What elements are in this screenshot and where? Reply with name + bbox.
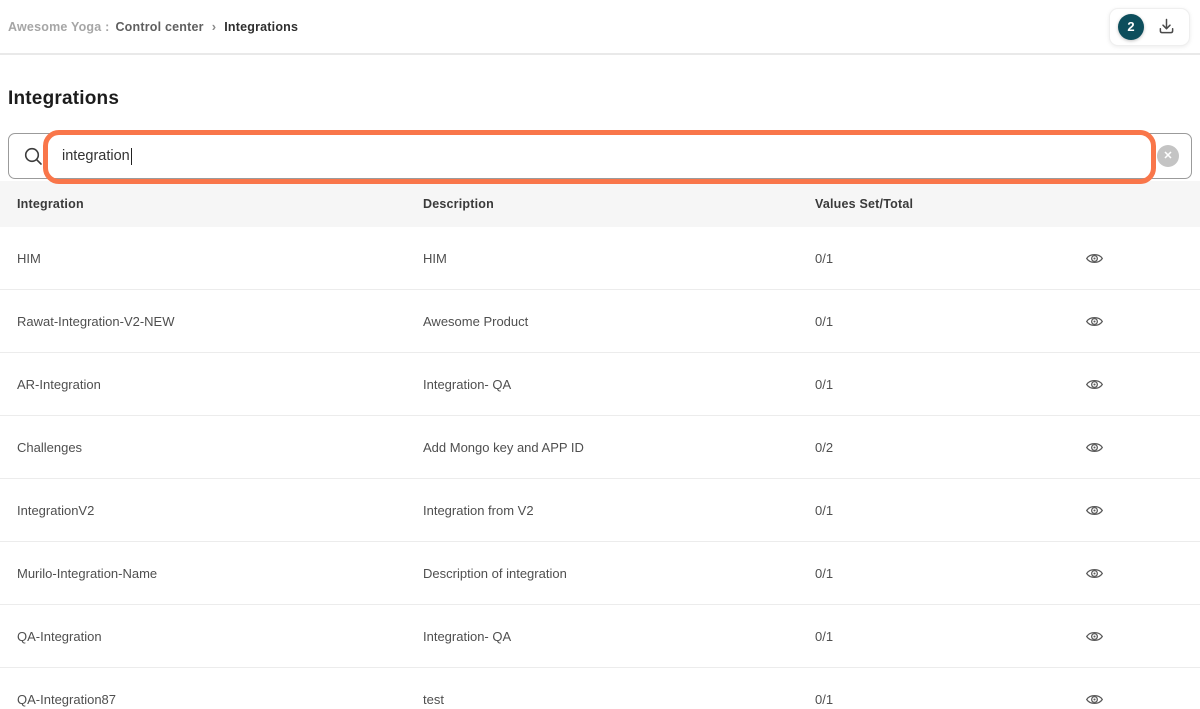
cell-actions bbox=[1040, 371, 1200, 398]
search-bar[interactable]: integration ✕ bbox=[8, 133, 1192, 179]
breadcrumb-app-name: Awesome Yoga : bbox=[8, 20, 109, 34]
eye-icon bbox=[1085, 501, 1104, 520]
cell-integration-name: IntegrationV2 bbox=[0, 503, 423, 518]
view-details-button[interactable] bbox=[1081, 371, 1108, 398]
top-bar: Awesome Yoga : Control center › Integrat… bbox=[0, 0, 1200, 55]
header-actions-card: 2 bbox=[1109, 8, 1190, 46]
notification-count-badge[interactable]: 2 bbox=[1118, 14, 1144, 40]
download-button[interactable] bbox=[1156, 16, 1177, 37]
table-header-row: Integration Description Values Set/Total bbox=[0, 181, 1200, 227]
view-details-button[interactable] bbox=[1081, 245, 1108, 272]
view-details-button[interactable] bbox=[1081, 623, 1108, 650]
column-header-values: Values Set/Total bbox=[815, 197, 1040, 211]
cell-values-set-total: 0/1 bbox=[815, 629, 1040, 644]
table-row: HIM HIM 0/1 bbox=[0, 227, 1200, 290]
eye-icon bbox=[1085, 375, 1104, 394]
cell-actions bbox=[1040, 560, 1200, 587]
cell-description: Integration from V2 bbox=[423, 503, 815, 518]
cell-values-set-total: 0/1 bbox=[815, 566, 1040, 581]
eye-icon bbox=[1085, 249, 1104, 268]
cell-description: HIM bbox=[423, 251, 815, 266]
table-row: Rawat-Integration-V2-NEW Awesome Product… bbox=[0, 290, 1200, 353]
page-title: Integrations bbox=[8, 85, 1192, 113]
cell-description: Add Mongo key and APP ID bbox=[423, 440, 815, 455]
chevron-right-icon: › bbox=[212, 19, 217, 34]
breadcrumb-control-center[interactable]: Control center bbox=[115, 20, 203, 34]
cell-integration-name: QA-Integration87 bbox=[0, 692, 423, 707]
cell-integration-name: Murilo-Integration-Name bbox=[0, 566, 423, 581]
download-icon bbox=[1156, 16, 1177, 37]
view-details-button[interactable] bbox=[1081, 308, 1108, 335]
table-row: Challenges Add Mongo key and APP ID 0/2 bbox=[0, 416, 1200, 479]
eye-icon bbox=[1085, 690, 1104, 709]
cell-values-set-total: 0/1 bbox=[815, 503, 1040, 518]
cell-integration-name: Rawat-Integration-V2-NEW bbox=[0, 314, 423, 329]
view-details-button[interactable] bbox=[1081, 497, 1108, 524]
search-input[interactable]: integration bbox=[62, 148, 1157, 165]
table-row: IntegrationV2 Integration from V2 0/1 bbox=[0, 479, 1200, 542]
search-input-value: integration bbox=[62, 148, 130, 164]
table-row: QA-Integration Integration- QA 0/1 bbox=[0, 605, 1200, 668]
text-caret bbox=[131, 148, 133, 165]
cell-description: Integration- QA bbox=[423, 377, 815, 392]
breadcrumb: Awesome Yoga : Control center › Integrat… bbox=[8, 19, 298, 34]
cell-integration-name: Challenges bbox=[0, 440, 423, 455]
table-row: QA-Integration87 test 0/1 bbox=[0, 668, 1200, 709]
table-row: AR-Integration Integration- QA 0/1 bbox=[0, 353, 1200, 416]
table-row: Murilo-Integration-Name Description of i… bbox=[0, 542, 1200, 605]
eye-icon bbox=[1085, 438, 1104, 457]
cell-values-set-total: 0/1 bbox=[815, 377, 1040, 392]
eye-icon bbox=[1085, 312, 1104, 331]
cell-actions bbox=[1040, 245, 1200, 272]
cell-integration-name: HIM bbox=[0, 251, 423, 266]
cell-description: Awesome Product bbox=[423, 314, 815, 329]
view-details-button[interactable] bbox=[1081, 560, 1108, 587]
cell-integration-name: AR-Integration bbox=[0, 377, 423, 392]
column-header-description: Description bbox=[423, 197, 815, 211]
search-icon bbox=[23, 146, 44, 167]
cell-values-set-total: 0/1 bbox=[815, 251, 1040, 266]
table-body: HIM HIM 0/1 bbox=[0, 227, 1200, 709]
eye-icon bbox=[1085, 564, 1104, 583]
view-details-button[interactable] bbox=[1081, 686, 1108, 709]
breadcrumb-integrations: Integrations bbox=[224, 20, 298, 34]
cell-actions bbox=[1040, 497, 1200, 524]
cell-description: test bbox=[423, 692, 815, 707]
view-details-button[interactable] bbox=[1081, 434, 1108, 461]
cell-actions bbox=[1040, 308, 1200, 335]
cell-integration-name: QA-Integration bbox=[0, 629, 423, 644]
cell-description: Description of integration bbox=[423, 566, 815, 581]
cell-actions bbox=[1040, 434, 1200, 461]
integrations-table: Integration Description Values Set/Total… bbox=[0, 181, 1200, 709]
clear-search-button[interactable]: ✕ bbox=[1157, 145, 1179, 167]
column-header-integration: Integration bbox=[0, 197, 423, 211]
cell-actions bbox=[1040, 623, 1200, 650]
cell-description: Integration- QA bbox=[423, 629, 815, 644]
cell-values-set-total: 0/1 bbox=[815, 692, 1040, 707]
cell-actions bbox=[1040, 686, 1200, 709]
cell-values-set-total: 0/2 bbox=[815, 440, 1040, 455]
cell-values-set-total: 0/1 bbox=[815, 314, 1040, 329]
eye-icon bbox=[1085, 627, 1104, 646]
